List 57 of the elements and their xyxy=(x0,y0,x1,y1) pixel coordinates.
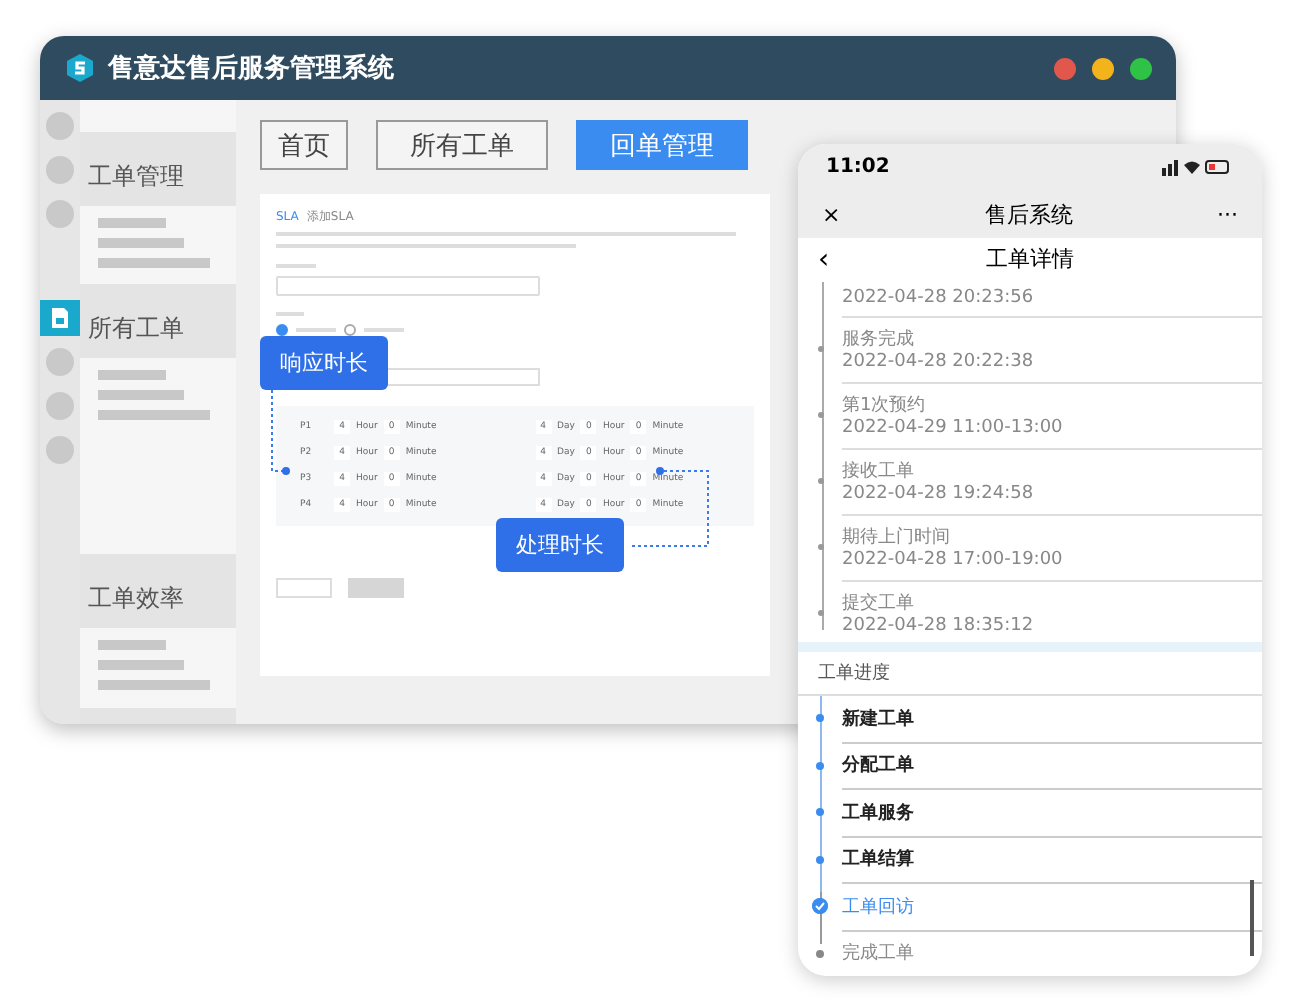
step-label: 分配工单 xyxy=(842,753,914,779)
connector-line xyxy=(631,467,709,547)
nav-circle[interactable] xyxy=(46,392,74,420)
event-time: 2022-04-28 20:23:56 xyxy=(842,288,1036,309)
tab[interactable]: 所有工单 xyxy=(376,120,548,170)
step-label: 工单服务 xyxy=(842,801,914,826)
callout-tooltip: 响应时长 xyxy=(260,336,388,390)
logo-icon xyxy=(64,52,96,84)
callout-tooltip: 处理时长 xyxy=(496,518,624,572)
step-label: 新建工单 xyxy=(842,706,914,732)
step-label: 完成工单 xyxy=(842,941,914,967)
event-time: 2022-04-29 11:00-13:00 xyxy=(842,418,1065,439)
document-icon[interactable] xyxy=(40,300,80,336)
event-time: 2022-04-28 19:24:58 xyxy=(842,484,1036,505)
event-time: 2022-04-28 20:22:38 xyxy=(842,352,1036,373)
nav-circle[interactable] xyxy=(46,348,74,376)
step-dot xyxy=(816,949,824,958)
tab[interactable]: 回单管理 xyxy=(576,120,748,170)
nav-circle[interactable] xyxy=(46,436,74,464)
close-button[interactable]: × xyxy=(822,201,841,228)
event-title: 第1次预约 xyxy=(842,393,928,418)
event-title: 接收工单 xyxy=(842,459,916,484)
nav-title: 售后系统 xyxy=(984,199,1073,230)
window-control[interactable] xyxy=(1130,57,1152,79)
form-button[interactable] xyxy=(276,578,332,598)
status-time: 11:02 xyxy=(826,156,890,179)
section-title: 工单进度 xyxy=(798,652,1262,697)
nav-circle[interactable] xyxy=(46,156,74,184)
step-dot xyxy=(816,808,824,817)
check-icon xyxy=(812,898,828,915)
sidebar-heading[interactable]: 工单效率 xyxy=(80,554,236,629)
step-label: 工单回访 xyxy=(842,895,914,920)
tab[interactable]: 首页 xyxy=(260,120,348,170)
form-button[interactable] xyxy=(348,578,404,598)
window-control[interactable] xyxy=(1054,57,1076,79)
nav-circle[interactable] xyxy=(46,200,74,228)
status-icons xyxy=(1162,158,1234,177)
window-title: 售意达售后服务管理系统 xyxy=(108,51,394,86)
step-dot xyxy=(816,761,824,770)
page-title: 工单详情 xyxy=(986,244,1074,275)
input-field[interactable] xyxy=(276,276,540,296)
step-label: 工单结算 xyxy=(842,846,914,873)
event-title: 提交工单 xyxy=(842,591,916,616)
sidebar-heading[interactable]: 所有工单 xyxy=(80,284,236,359)
radio-button[interactable] xyxy=(276,324,288,336)
nav-circle[interactable] xyxy=(46,112,74,140)
connector-line xyxy=(271,389,290,475)
sidebar-heading[interactable]: 工单管理 xyxy=(80,131,236,206)
step-dot xyxy=(816,855,824,864)
event-title: 期待上门时间 xyxy=(842,525,952,550)
event-title: 服务完成 xyxy=(842,327,916,352)
step-dot xyxy=(816,714,824,723)
back-button[interactable]: ‹ xyxy=(818,243,830,276)
event-time: 2022-04-28 17:00-19:00 xyxy=(842,550,1065,571)
event-time: 2022-04-28 18:35:12 xyxy=(842,616,1036,637)
more-button[interactable]: ··· xyxy=(1217,201,1238,228)
window-control[interactable] xyxy=(1092,57,1114,79)
